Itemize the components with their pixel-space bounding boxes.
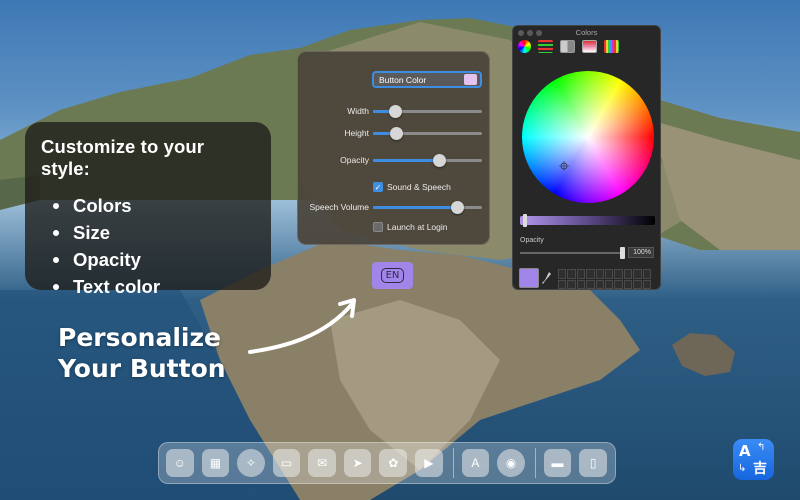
color-palettes-icon[interactable] <box>560 40 575 53</box>
slider-knob[interactable] <box>388 105 402 118</box>
color-crosshair-icon[interactable] <box>559 161 569 171</box>
arrow-icon: ↳ <box>738 463 747 474</box>
list-item: Text color <box>41 273 255 300</box>
finder-icon[interactable]: ☺ <box>166 449 194 477</box>
bullet-icon <box>53 202 59 209</box>
slider-knob[interactable] <box>523 214 527 227</box>
slider-knob[interactable] <box>620 247 625 259</box>
colors-panel: Colors Opacity 100% <box>512 25 661 290</box>
dock-separator <box>534 448 536 478</box>
height-slider[interactable] <box>373 127 482 140</box>
translator-latin-glyph: A <box>739 442 751 460</box>
maps-icon[interactable]: ➤ <box>343 449 372 477</box>
list-item: Opacity <box>41 246 255 273</box>
colors-opacity-label: Opacity <box>520 237 544 244</box>
speech-volume-label: Speech Volume <box>309 202 369 212</box>
volume-row: Speech Volume <box>298 200 491 214</box>
width-slider[interactable] <box>373 105 482 118</box>
speech-volume-slider[interactable] <box>373 201 482 214</box>
width-row: Width <box>298 104 491 118</box>
minimize-icon[interactable] <box>527 30 533 36</box>
current-color-swatch[interactable] <box>519 268 539 288</box>
messages-icon[interactable]: ▭ <box>272 449 301 477</box>
promo-line-1: Personalize <box>58 323 221 352</box>
trash-icon[interactable]: ▯ <box>579 449 607 477</box>
podcasts-icon[interactable]: ◉ <box>497 449 525 477</box>
app-store-icon[interactable]: A <box>461 449 490 477</box>
opacity-slider[interactable] <box>373 154 482 167</box>
photos-icon[interactable]: ✿ <box>379 449 408 477</box>
bullet-icon <box>53 229 59 236</box>
en-button-label: EN <box>380 268 405 283</box>
dock: ☺ ▦ ✧ ▭ ✉ ➤ ✿ ▶ A ◉ ▬ ▯ <box>158 442 616 484</box>
button-color-swatch[interactable] <box>464 74 477 85</box>
height-label: Height <box>344 128 369 138</box>
safari-icon[interactable]: ✧ <box>237 449 265 477</box>
button-color-picker[interactable]: Button Color <box>372 71 482 88</box>
color-wheel[interactable] <box>522 71 654 203</box>
image-palettes-icon[interactable] <box>582 40 597 53</box>
colors-toolbar <box>518 40 619 53</box>
launch-at-login-checkbox[interactable]: Launch at Login <box>373 220 448 234</box>
slider-knob[interactable] <box>450 201 464 214</box>
folder-icon[interactable]: ▬ <box>543 449 572 477</box>
arrow-icon: ↰ <box>757 442 766 453</box>
colors-opacity-field[interactable]: 100% <box>628 247 654 258</box>
slider-knob[interactable] <box>389 127 403 140</box>
checkmark-icon[interactable]: ✓ <box>373 182 383 192</box>
launchpad-icon[interactable]: ▦ <box>201 449 230 477</box>
launch-at-login-label: Launch at Login <box>387 222 448 232</box>
settings-panel: Button Color Width Height Opacity ✓ Soun… <box>297 51 490 245</box>
button-color-label: Button Color <box>379 74 427 85</box>
width-label: Width <box>347 106 369 116</box>
promo-text: Personalize Your Button <box>58 322 226 384</box>
promo-line-2: Your Button <box>58 354 226 383</box>
mail-icon[interactable]: ✉ <box>308 449 336 477</box>
bullet-icon <box>53 283 59 290</box>
height-row: Height <box>298 126 491 140</box>
colors-opacity-slider[interactable] <box>520 247 625 259</box>
sound-speech-label: Sound & Speech <box>387 182 451 192</box>
saved-colors-grid[interactable] <box>558 269 651 289</box>
checkbox-icon[interactable] <box>373 222 383 232</box>
translator-app-icon[interactable]: A ↰ ↳ 吉 <box>733 439 774 480</box>
zoom-icon[interactable] <box>536 30 542 36</box>
info-card: Customize to your style: Colors Size Opa… <box>25 122 271 297</box>
color-sliders-icon[interactable] <box>538 40 553 53</box>
pencils-icon[interactable] <box>604 40 619 53</box>
en-floating-button[interactable]: EN <box>372 262 413 289</box>
bullet-icon <box>53 256 59 263</box>
dock-separator <box>452 448 454 478</box>
list-item: Size <box>41 219 255 246</box>
colors-titlebar: Colors <box>513 26 660 40</box>
eyedropper-icon[interactable] <box>542 271 552 285</box>
color-wheel-icon[interactable] <box>518 40 531 53</box>
brightness-slider[interactable] <box>520 214 655 227</box>
facetime-icon[interactable]: ▶ <box>415 449 443 477</box>
feature-list: Colors Size Opacity Text color <box>41 192 255 300</box>
curved-arrow-icon <box>248 298 356 354</box>
close-icon[interactable] <box>518 30 524 36</box>
list-item: Colors <box>41 192 255 219</box>
translator-cjk-glyph: 吉 <box>753 461 767 477</box>
info-card-heading: Customize to your style: <box>41 136 205 179</box>
slider-knob[interactable] <box>433 154 447 167</box>
opacity-label: Opacity <box>340 155 369 165</box>
opacity-row: Opacity <box>298 153 491 167</box>
sound-speech-checkbox[interactable]: ✓ Sound & Speech <box>373 180 451 194</box>
